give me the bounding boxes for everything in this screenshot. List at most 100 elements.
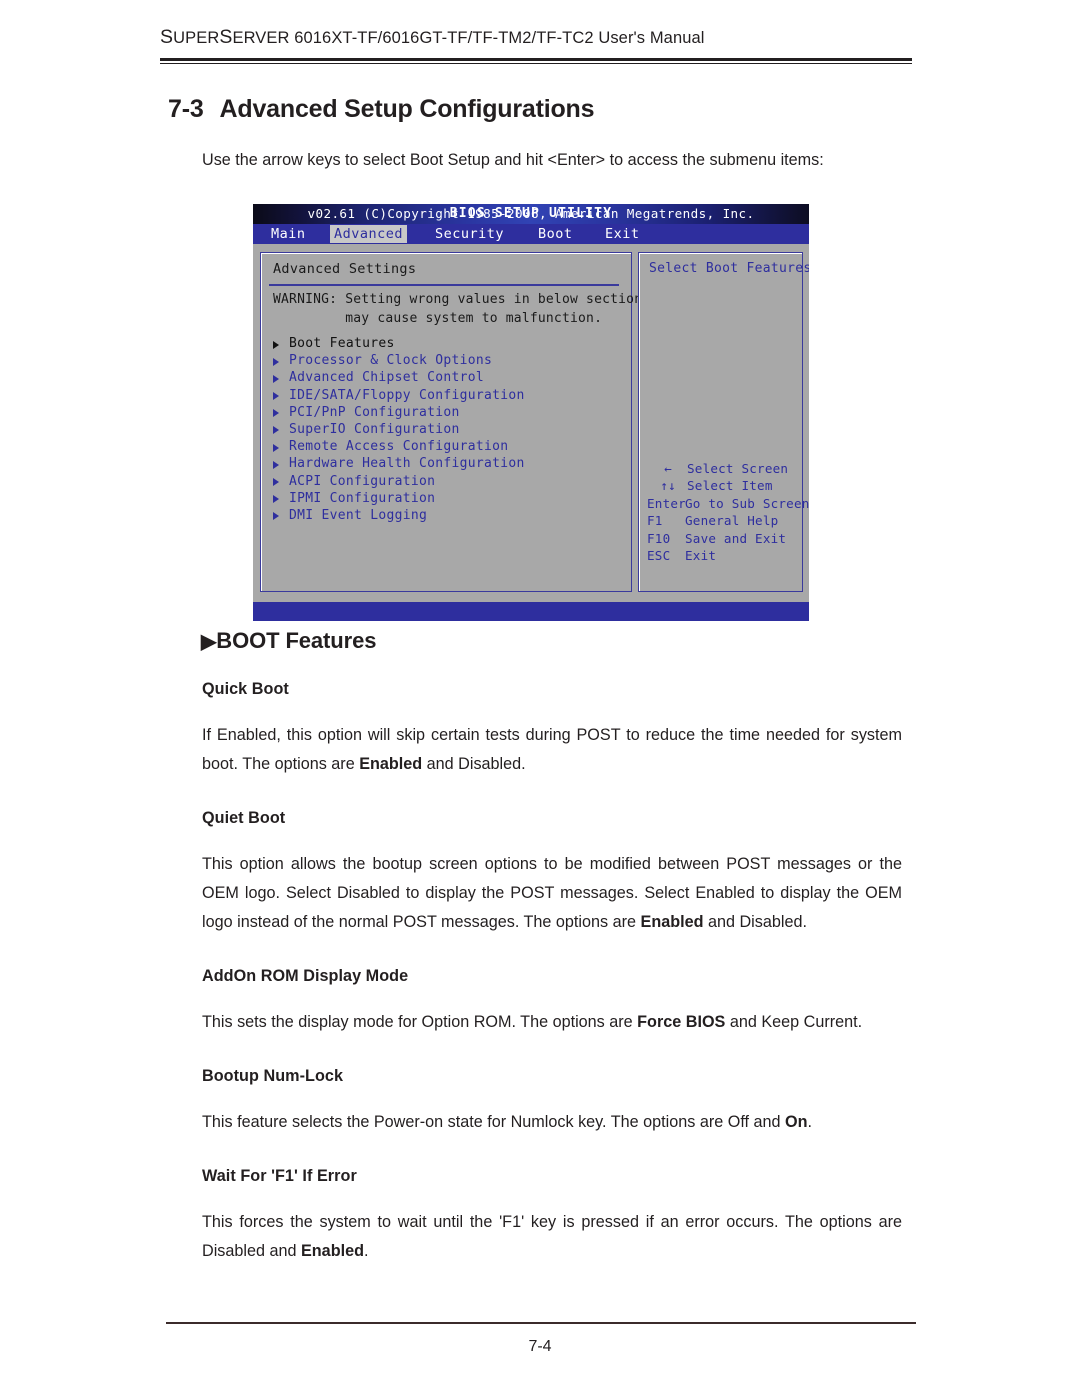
bios-menu-item-label: IDE/SATA/Floppy Configuration [289,387,525,403]
bios-tab-security[interactable]: Security [431,225,508,243]
feature-description: If Enabled, this option will skip certai… [202,721,902,779]
bios-menu-list: Boot Features Processor & Clock Options … [271,335,621,524]
triangle-right-icon [273,409,279,418]
bios-menu-item-label: PCI/PnP Configuration [289,404,460,420]
feature-desc-pre: This sets the display mode for Option RO… [202,1013,638,1031]
legend-row-esc: ESC Exit [647,547,799,564]
bios-help-panel: Select Boot Features ← Select Screen ↑↓ … [638,252,809,592]
bios-tab-advanced[interactable]: Advanced [330,225,408,243]
feature-desc-pre: If Enabled, this option will skip certai… [202,726,902,773]
bios-menu-item-label: Advanced Chipset Control [289,370,485,386]
bios-menu-item-label: Remote Access Configuration [289,439,509,455]
boot-features-content: Quick Boot If Enabled, this option will … [202,680,902,1296]
feature-desc-post: . [807,1113,813,1131]
bios-menu-item-ide-sata-floppy-configuration[interactable]: IDE/SATA/Floppy Configuration [271,387,621,404]
triangle-right-icon: ▶ [201,631,217,653]
feature-description: This sets the display mode for Option RO… [202,1008,902,1037]
bios-menu-item-advanced-chipset-control[interactable]: Advanced Chipset Control [271,369,621,386]
bios-menu-item-dmi-event-logging[interactable]: DMI Event Logging [271,507,621,524]
legend-key: F10 [647,530,671,546]
feature-description: This forces the system to wait until the… [202,1208,902,1266]
bios-menu-item-hardware-health-configuration[interactable]: Hardware Health Configuration [271,455,621,472]
bios-menu-item-boot-features[interactable]: Boot Features [271,335,621,352]
section-title: Advanced Setup Configurations [219,95,595,123]
feature-desc-bold: Enabled [359,755,423,773]
feature-title: Wait For 'F1' If Error [202,1167,357,1185]
triangle-right-icon [273,374,279,383]
feature-desc-post: . [363,1242,369,1260]
running-header-uper: UPER [173,29,220,47]
bios-help-title: Select Boot Features [649,261,809,276]
bios-menu-item-processor-clock-options[interactable]: Processor & Clock Options [271,352,621,369]
triangle-right-icon [273,443,279,452]
bios-panel-title: Advanced Settings [273,261,417,277]
feature-description: This feature selects the Power-on state … [202,1108,902,1137]
bios-menu-item-label: Boot Features [289,336,395,351]
feature-section-wait-for-f1-if-error: Wait For 'F1' If Error This forces the s… [202,1167,902,1266]
page-number: 7-4 [528,1338,552,1355]
page-title: 7-3 Advanced Setup Configurations [168,95,595,124]
feature-section-quiet-boot: Quiet Boot This option allows the bootup… [202,809,902,937]
bios-footer-bar [253,602,809,621]
triangle-right-icon [273,357,279,366]
bios-menu-item-label: Processor & Clock Options [289,353,493,369]
feature-desc-post: and Disabled. [703,913,807,931]
bios-menu-item-pci-pnp-configuration[interactable]: PCI/PnP Configuration [271,404,621,421]
bios-warning-line-1: WARNING: Setting wrong values in below s… [273,292,651,307]
bios-menu-item-label: DMI Event Logging [289,507,428,523]
legend-row-enter: Enter Go to Sub Screen [647,495,809,512]
bios-tab-boot[interactable]: Boot [534,225,577,243]
legend-key: ESC [647,548,671,564]
manual-page: SUPERSERVER 6016XT-TF/6016GT-TF/TF-TM2/T… [0,0,1080,1397]
bios-key-legend: ← Select Screen ↑↓ Select Item Enter Go … [647,460,809,564]
legend-row-select-screen: ← Select Screen [647,460,799,477]
bios-menu-item-acpi-configuration[interactable]: ACPI Configuration [271,473,621,490]
header-divider [160,58,912,64]
triangle-right-icon [273,340,279,349]
triangle-right-icon [273,495,279,504]
bios-tab-main[interactable]: Main [267,225,310,243]
feature-desc-bold: On [785,1113,808,1131]
feature-desc-pre: This feature selects the Power-on state … [202,1113,786,1131]
triangle-right-icon [273,478,279,486]
feature-title: Quick Boot [202,680,289,698]
running-header-erver: ERVER [232,29,290,47]
left-arrow-icon: ← [664,461,672,476]
bios-setup-screenshot: BIOS SETUP UTILITY Main Advanced Securit… [253,204,809,621]
boot-features-heading: ▶BOOT Features [201,628,376,654]
feature-desc-bold: Enabled [301,1242,364,1260]
header-divider-thick [160,58,912,61]
feature-title: AddOn ROM Display Mode [202,967,409,985]
legend-label: General Help [685,513,779,529]
intro-paragraph: Use the arrow keys to select Boot Setup … [202,151,824,169]
triangle-right-icon [273,392,279,401]
bios-copyright-text: v02.61 (C)Copyright 1985-2006, American … [307,206,755,221]
feature-title: Quiet Boot [202,809,286,827]
triangle-right-icon [273,512,279,521]
bios-menu-item-superio-configuration[interactable]: SuperIO Configuration [271,421,621,438]
legend-key: F1 [647,513,663,529]
feature-section-bootup-num-lock: Bootup Num-Lock This feature selects the… [202,1067,902,1137]
legend-label: Exit [685,548,717,564]
legend-label: Select Item [687,478,773,494]
bios-menu-item-label: SuperIO Configuration [289,421,460,437]
legend-key: Enter [647,495,686,511]
bios-panel-title-underline [269,284,619,286]
legend-label: Select Screen [687,461,789,476]
running-header: SUPERSERVER 6016XT-TF/6016GT-TF/TF-TM2/T… [160,26,920,49]
feature-desc-post: and Keep Current. [725,1013,863,1031]
bios-menu-bar: Main Advanced Security Boot Exit [253,224,809,244]
bios-menu-item-label: ACPI Configuration [289,473,436,489]
up-down-arrow-icon: ↑↓ [660,478,676,494]
legend-row-select-item: ↑↓ Select Item [647,477,799,494]
header-divider-thin [160,62,912,64]
legend-row-f1: F1 General Help [647,512,799,529]
bios-menu-item-label: IPMI Configuration [289,490,436,506]
bios-menu-item-remote-access-configuration[interactable]: Remote Access Configuration [271,438,621,455]
section-number: 7-3 [168,95,204,123]
feature-desc-post: and Disabled. [422,755,526,773]
bios-menu-item-ipmi-configuration[interactable]: IPMI Configuration [271,490,621,507]
feature-section-quick-boot: Quick Boot If Enabled, this option will … [202,680,902,779]
bios-tab-exit[interactable]: Exit [601,225,644,243]
legend-label: Save and Exit [685,530,787,546]
